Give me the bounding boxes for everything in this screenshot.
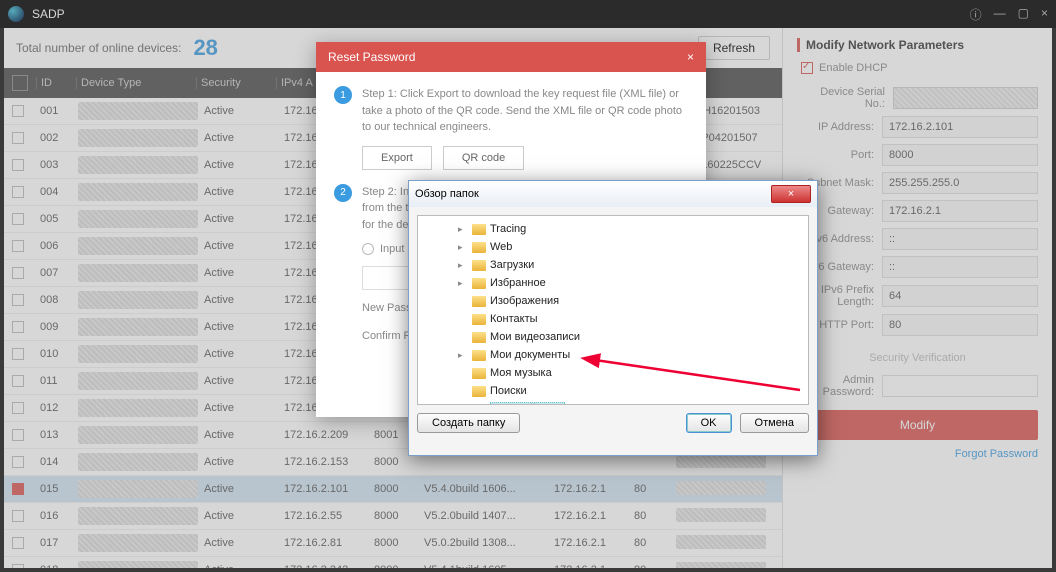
- table-row[interactable]: 018Active172.16.2.2428000V5.4.1build 160…: [4, 557, 782, 568]
- http-port-input[interactable]: [882, 314, 1038, 336]
- ipv6-gw-input[interactable]: [882, 256, 1038, 278]
- refresh-button[interactable]: Refresh: [698, 36, 770, 60]
- export-button[interactable]: Export: [362, 146, 432, 170]
- mask-input[interactable]: [882, 172, 1038, 194]
- side-title: Modify Network Parameters: [797, 38, 1038, 52]
- step2-badge: 2: [334, 184, 352, 202]
- row-checkbox[interactable]: [12, 267, 24, 279]
- table-row[interactable]: 017Active172.16.2.818000V5.0.2build 1308…: [4, 530, 782, 557]
- folder-icon: [472, 368, 486, 379]
- admin-password-input[interactable]: [882, 375, 1038, 397]
- device-count-value: 28: [193, 35, 217, 61]
- browse-close-button[interactable]: ×: [771, 185, 811, 203]
- side-panel: Modify Network Parameters Enable DHCP De…: [782, 28, 1052, 568]
- folder-icon: [472, 314, 486, 325]
- info-icon[interactable]: ⓘ: [970, 6, 982, 23]
- step1-badge: 1: [334, 86, 352, 104]
- folder-icon: [472, 404, 486, 406]
- col-security[interactable]: Security: [196, 77, 276, 89]
- row-checkbox[interactable]: [12, 105, 24, 117]
- folder-icon: [472, 260, 486, 271]
- qr-code-button[interactable]: QR code: [443, 146, 524, 170]
- close-button[interactable]: ×: [1041, 6, 1048, 23]
- folder-icon: [472, 242, 486, 253]
- reset-dialog-title: Reset Password: [328, 50, 415, 64]
- folder-tree[interactable]: ▸Tracing▸Web▸Загрузки▸ИзбранноеИзображен…: [417, 215, 809, 405]
- modify-button[interactable]: Modify: [797, 410, 1038, 440]
- device-count-label: Total number of online devices:: [16, 41, 181, 55]
- folder-tree-item[interactable]: Моя музыка: [418, 364, 808, 382]
- col-id[interactable]: ID: [36, 77, 76, 89]
- folder-tree-item[interactable]: ▸Web: [418, 238, 808, 256]
- folder-icon: [472, 350, 486, 361]
- serial-display: [893, 87, 1038, 109]
- reset-close-icon[interactable]: ×: [687, 50, 694, 64]
- folder-tree-item[interactable]: ▸Загрузки: [418, 256, 808, 274]
- row-checkbox[interactable]: [12, 294, 24, 306]
- row-checkbox[interactable]: [12, 429, 24, 441]
- maximize-button[interactable]: ▢: [1018, 6, 1029, 23]
- row-checkbox[interactable]: [12, 456, 24, 468]
- folder-tree-item[interactable]: Мои видеозаписи: [418, 328, 808, 346]
- col-type[interactable]: Device Type: [76, 77, 196, 89]
- row-checkbox[interactable]: [12, 186, 24, 198]
- row-checkbox[interactable]: [12, 402, 24, 414]
- row-checkbox[interactable]: [12, 132, 24, 144]
- row-checkbox[interactable]: [12, 240, 24, 252]
- table-row[interactable]: 016Active172.16.2.558000V5.2.0build 1407…: [4, 503, 782, 530]
- folder-icon: [472, 332, 486, 343]
- row-checkbox[interactable]: [12, 510, 24, 522]
- row-checkbox[interactable]: [12, 483, 24, 495]
- ipv6-addr-input[interactable]: [882, 228, 1038, 250]
- select-all-checkbox[interactable]: [12, 75, 28, 91]
- titlebar: SADP ⓘ — ▢ ×: [0, 0, 1056, 28]
- port-input[interactable]: [882, 144, 1038, 166]
- folder-tree-item[interactable]: ▾Рабочий стол: [418, 400, 808, 405]
- ip-input[interactable]: [882, 116, 1038, 138]
- folder-tree-item[interactable]: ▸Избранное: [418, 274, 808, 292]
- folder-tree-item[interactable]: ▸Tracing: [418, 220, 808, 238]
- folder-tree-item[interactable]: Контакты: [418, 310, 808, 328]
- row-checkbox[interactable]: [12, 537, 24, 549]
- browse-folder-dialog: Обзор папок × ▸Tracing▸Web▸Загрузки▸Избр…: [408, 180, 818, 456]
- browse-title: Обзор папок: [415, 188, 479, 200]
- browse-cancel-button[interactable]: Отмена: [740, 413, 809, 433]
- create-folder-button[interactable]: Создать папку: [417, 413, 520, 433]
- app-title: SADP: [32, 7, 970, 21]
- folder-tree-item[interactable]: ▸Мои документы: [418, 346, 808, 364]
- folder-tree-item[interactable]: Изображения: [418, 292, 808, 310]
- step1-text: Step 1: Click Export to download the key…: [362, 86, 688, 136]
- table-row[interactable]: 015Active172.16.2.1018000V5.4.0build 160…: [4, 476, 782, 503]
- folder-icon: [472, 278, 486, 289]
- browse-ok-button[interactable]: OK: [686, 413, 732, 433]
- row-checkbox[interactable]: [12, 159, 24, 171]
- minimize-button[interactable]: —: [994, 6, 1006, 23]
- folder-tree-item[interactable]: Поиски: [418, 382, 808, 400]
- folder-icon: [472, 296, 486, 307]
- folder-icon: [472, 224, 486, 235]
- gateway-input[interactable]: [882, 200, 1038, 222]
- row-checkbox[interactable]: [12, 375, 24, 387]
- row-checkbox[interactable]: [12, 321, 24, 333]
- forgot-password-link[interactable]: Forgot Password: [797, 448, 1038, 460]
- ipv6-prefix-input[interactable]: [882, 285, 1038, 307]
- row-checkbox[interactable]: [12, 348, 24, 360]
- enable-dhcp-checkbox[interactable]: Enable DHCP: [801, 62, 1038, 74]
- row-checkbox[interactable]: [12, 213, 24, 225]
- row-checkbox[interactable]: [12, 564, 24, 568]
- folder-icon: [472, 386, 486, 397]
- security-verification-label: Security Verification: [797, 352, 1038, 364]
- app-logo: [8, 6, 24, 22]
- checkbox-icon: [801, 62, 813, 74]
